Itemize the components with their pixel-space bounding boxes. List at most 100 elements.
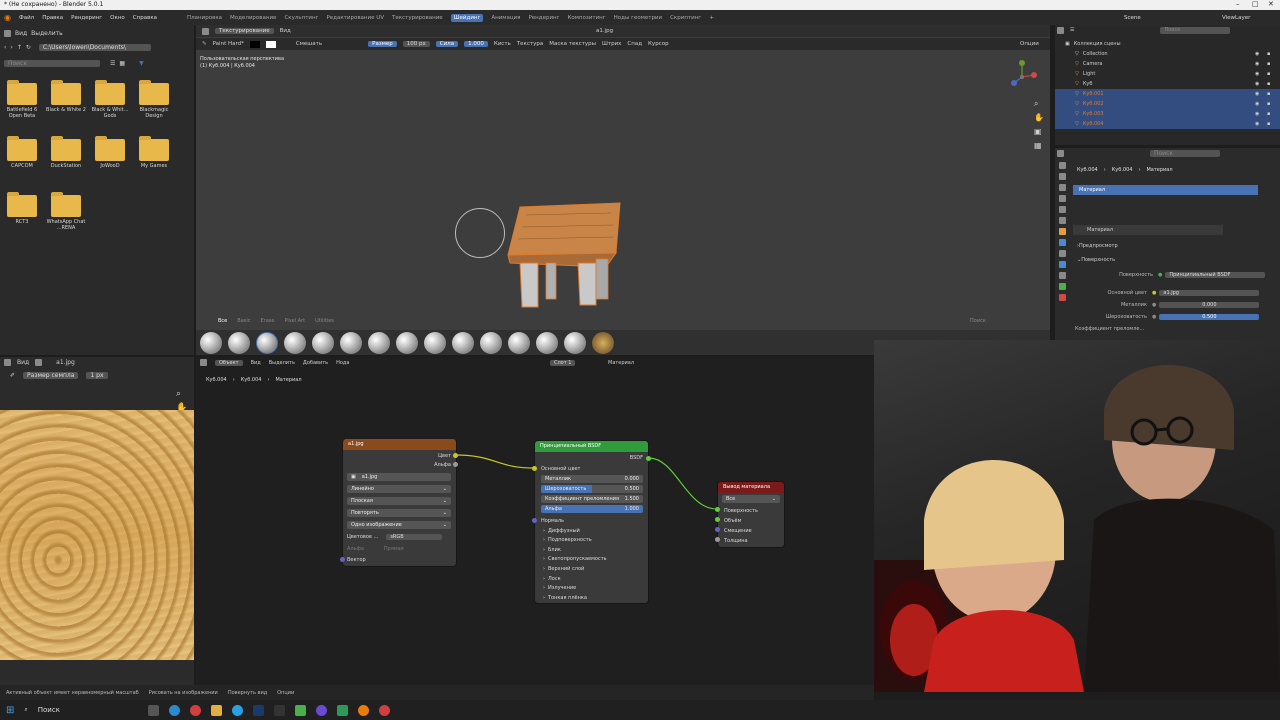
- surface-panel-header[interactable]: ⌄ Поверхность: [1077, 255, 1277, 265]
- editor-type-icon[interactable]: [4, 29, 11, 37]
- outliner-item[interactable]: ▽ Куб.002 ◉ ▪: [1055, 99, 1280, 109]
- menu-brush[interactable]: Кисть: [494, 41, 511, 47]
- output-target-dropdown[interactable]: Все ⌄: [722, 495, 780, 503]
- strength-label[interactable]: Сила: [435, 41, 459, 47]
- editor-type-icon[interactable]: [1057, 27, 1064, 34]
- bsdf-output-socket[interactable]: [646, 456, 651, 461]
- bsdf-panel[interactable]: › Диффузный: [543, 526, 580, 535]
- menu-select[interactable]: Выделить: [31, 30, 62, 37]
- image-icon[interactable]: [35, 359, 43, 366]
- size-label[interactable]: Размер: [368, 41, 397, 47]
- surface-input-socket[interactable]: [715, 507, 720, 512]
- folder-item[interactable]: Black & Whit... Gods: [90, 80, 130, 119]
- outliner-item[interactable]: ▽ Light ◉ ▪: [1055, 69, 1280, 79]
- refresh-icon[interactable]: ↻: [26, 44, 31, 51]
- folder-item[interactable]: RCT3: [2, 192, 42, 225]
- chrome-taskbar-icon[interactable]: [378, 704, 390, 716]
- vector-input-socket[interactable]: [340, 557, 345, 562]
- table-model[interactable]: [496, 195, 626, 315]
- menu-edit[interactable]: Правка: [42, 15, 63, 21]
- visibility-eye-icon[interactable]: ◉: [1255, 121, 1259, 127]
- base-color-input-socket[interactable]: [532, 466, 537, 471]
- alpha-slider[interactable]: Альфа 1.000: [541, 505, 643, 513]
- folder-item[interactable]: Black & White 2: [46, 80, 86, 113]
- blender-taskbar-icon[interactable]: [357, 704, 369, 716]
- folder-item[interactable]: DuckStation: [46, 136, 86, 169]
- brush-icon[interactable]: ✎: [202, 41, 207, 47]
- folder-item[interactable]: My Games: [134, 136, 174, 169]
- visibility-eye-icon[interactable]: ◉: [1255, 81, 1259, 87]
- bsdf-panel[interactable]: › Светопропускаемость: [543, 555, 607, 564]
- editor-type-icon[interactable]: [4, 359, 11, 366]
- camera-view-icon[interactable]: ▣: [1034, 127, 1042, 136]
- tab-rendering[interactable]: Рендеринг: [528, 15, 559, 21]
- base-color-field[interactable]: a1.jpg: [1159, 290, 1260, 296]
- search-input[interactable]: Поиск: [4, 59, 100, 67]
- brush-tab-basic[interactable]: Basic: [237, 318, 250, 324]
- brush-tab-pixel-art[interactable]: Pixel Art: [284, 318, 305, 324]
- render-camera-icon[interactable]: ▪: [1267, 61, 1270, 67]
- app-icon[interactable]: [294, 704, 306, 716]
- color-output-socket[interactable]: [453, 453, 458, 458]
- visibility-eye-icon[interactable]: ◉: [1255, 91, 1259, 97]
- epic-games-icon[interactable]: [273, 704, 285, 716]
- brush-thumbnail[interactable]: [312, 332, 334, 354]
- outliner-item[interactable]: ▽ Куб.004 ◉ ▪: [1055, 119, 1280, 129]
- brush-thumbnail[interactable]: [592, 332, 614, 354]
- image-texture-node[interactable]: a1.jpg Цвет Альфа ▣ a1.jpg Линейно ⌄ Плос…: [342, 439, 457, 567]
- render-tab-icon[interactable]: [1059, 173, 1066, 180]
- brush-selector[interactable]: Paint Hard*: [213, 41, 244, 47]
- visibility-eye-icon[interactable]: ◉: [1255, 71, 1259, 77]
- volume-input-socket[interactable]: [715, 517, 720, 522]
- folder-item[interactable]: CAPCOM: [2, 136, 42, 169]
- surface-shader-field[interactable]: Принципиальный BSDF: [1165, 272, 1266, 278]
- folder-item[interactable]: Battlefield 6 Open Beta: [2, 80, 42, 119]
- menu-file[interactable]: Файл: [19, 15, 34, 21]
- color-swatch-secondary[interactable]: [265, 40, 276, 48]
- render-camera-icon[interactable]: ▪: [1267, 111, 1270, 117]
- outliner-item[interactable]: ▽ Куб.001 ◉ ▪: [1055, 89, 1280, 99]
- bsdf-panel[interactable]: › Излучение: [543, 584, 576, 593]
- principled-bsdf-node[interactable]: Принципиальный BSDF BSDF Основной цвет М…: [534, 440, 649, 604]
- strength-field[interactable]: 1.000: [464, 41, 488, 47]
- filter-icon[interactable]: ▼: [139, 60, 144, 67]
- material-output-node[interactable]: Вывод материала Все ⌄ Поверхность Объём С…: [717, 481, 785, 548]
- brush-thumbnail[interactable]: [340, 332, 362, 354]
- render-camera-icon[interactable]: ▪: [1267, 101, 1270, 107]
- menu-render[interactable]: Рендеринг: [71, 15, 102, 21]
- taskbar-search-label[interactable]: Поиск: [38, 706, 138, 714]
- telegram-icon[interactable]: [231, 704, 243, 716]
- menu-view[interactable]: Вид: [15, 30, 27, 37]
- constraints-tab-icon[interactable]: [1059, 272, 1066, 279]
- world-tab-icon[interactable]: [1059, 217, 1066, 224]
- tab-scripting[interactable]: Скриптинг: [670, 15, 701, 21]
- render-camera-icon[interactable]: ▪: [1267, 51, 1270, 57]
- material-name-field[interactable]: Материал: [1073, 225, 1223, 235]
- outliner-item[interactable]: ▽ Collection ◉ ▪: [1055, 49, 1280, 59]
- back-icon[interactable]: ‹: [4, 44, 6, 51]
- bsdf-panel[interactable]: › Верхний слой: [543, 564, 584, 573]
- eyedropper-icon[interactable]: ✐: [10, 372, 15, 379]
- shader-node-editor[interactable]: Объект Вид Выделить Добавить Нода Слот 1…: [196, 357, 874, 685]
- brush-tab-all[interactable]: Все: [218, 318, 227, 324]
- source-dropdown[interactable]: Одно изображение ⌄: [347, 521, 451, 529]
- add-workspace-icon[interactable]: +: [709, 15, 714, 21]
- blender-logo-icon[interactable]: ◉: [4, 13, 11, 22]
- visibility-eye-icon[interactable]: ◉: [1255, 51, 1259, 57]
- scene-selector[interactable]: Scene: [1124, 15, 1141, 21]
- chrome-icon[interactable]: [189, 704, 201, 716]
- render-camera-icon[interactable]: ▪: [1267, 91, 1270, 97]
- mode-selector[interactable]: Текстурирование: [215, 28, 274, 34]
- metallic-slider[interactable]: Металлик 0.000: [541, 475, 643, 483]
- tab-uv-editing[interactable]: Редактирование UV: [326, 15, 384, 21]
- taskbar-search-icon[interactable]: ⌕: [24, 706, 27, 714]
- menu-falloff[interactable]: Спад: [627, 41, 642, 47]
- editor-type-icon[interactable]: [202, 27, 209, 35]
- scene-tab-icon[interactable]: [1059, 206, 1066, 213]
- particles-tab-icon[interactable]: [1059, 250, 1066, 257]
- brush-thumbnail[interactable]: [228, 332, 250, 354]
- image-datablock-field[interactable]: ▣ a1.jpg: [347, 473, 451, 481]
- menu-help[interactable]: Справка: [133, 15, 157, 21]
- forward-icon[interactable]: ›: [10, 44, 12, 51]
- size-field[interactable]: 100 px: [402, 41, 430, 47]
